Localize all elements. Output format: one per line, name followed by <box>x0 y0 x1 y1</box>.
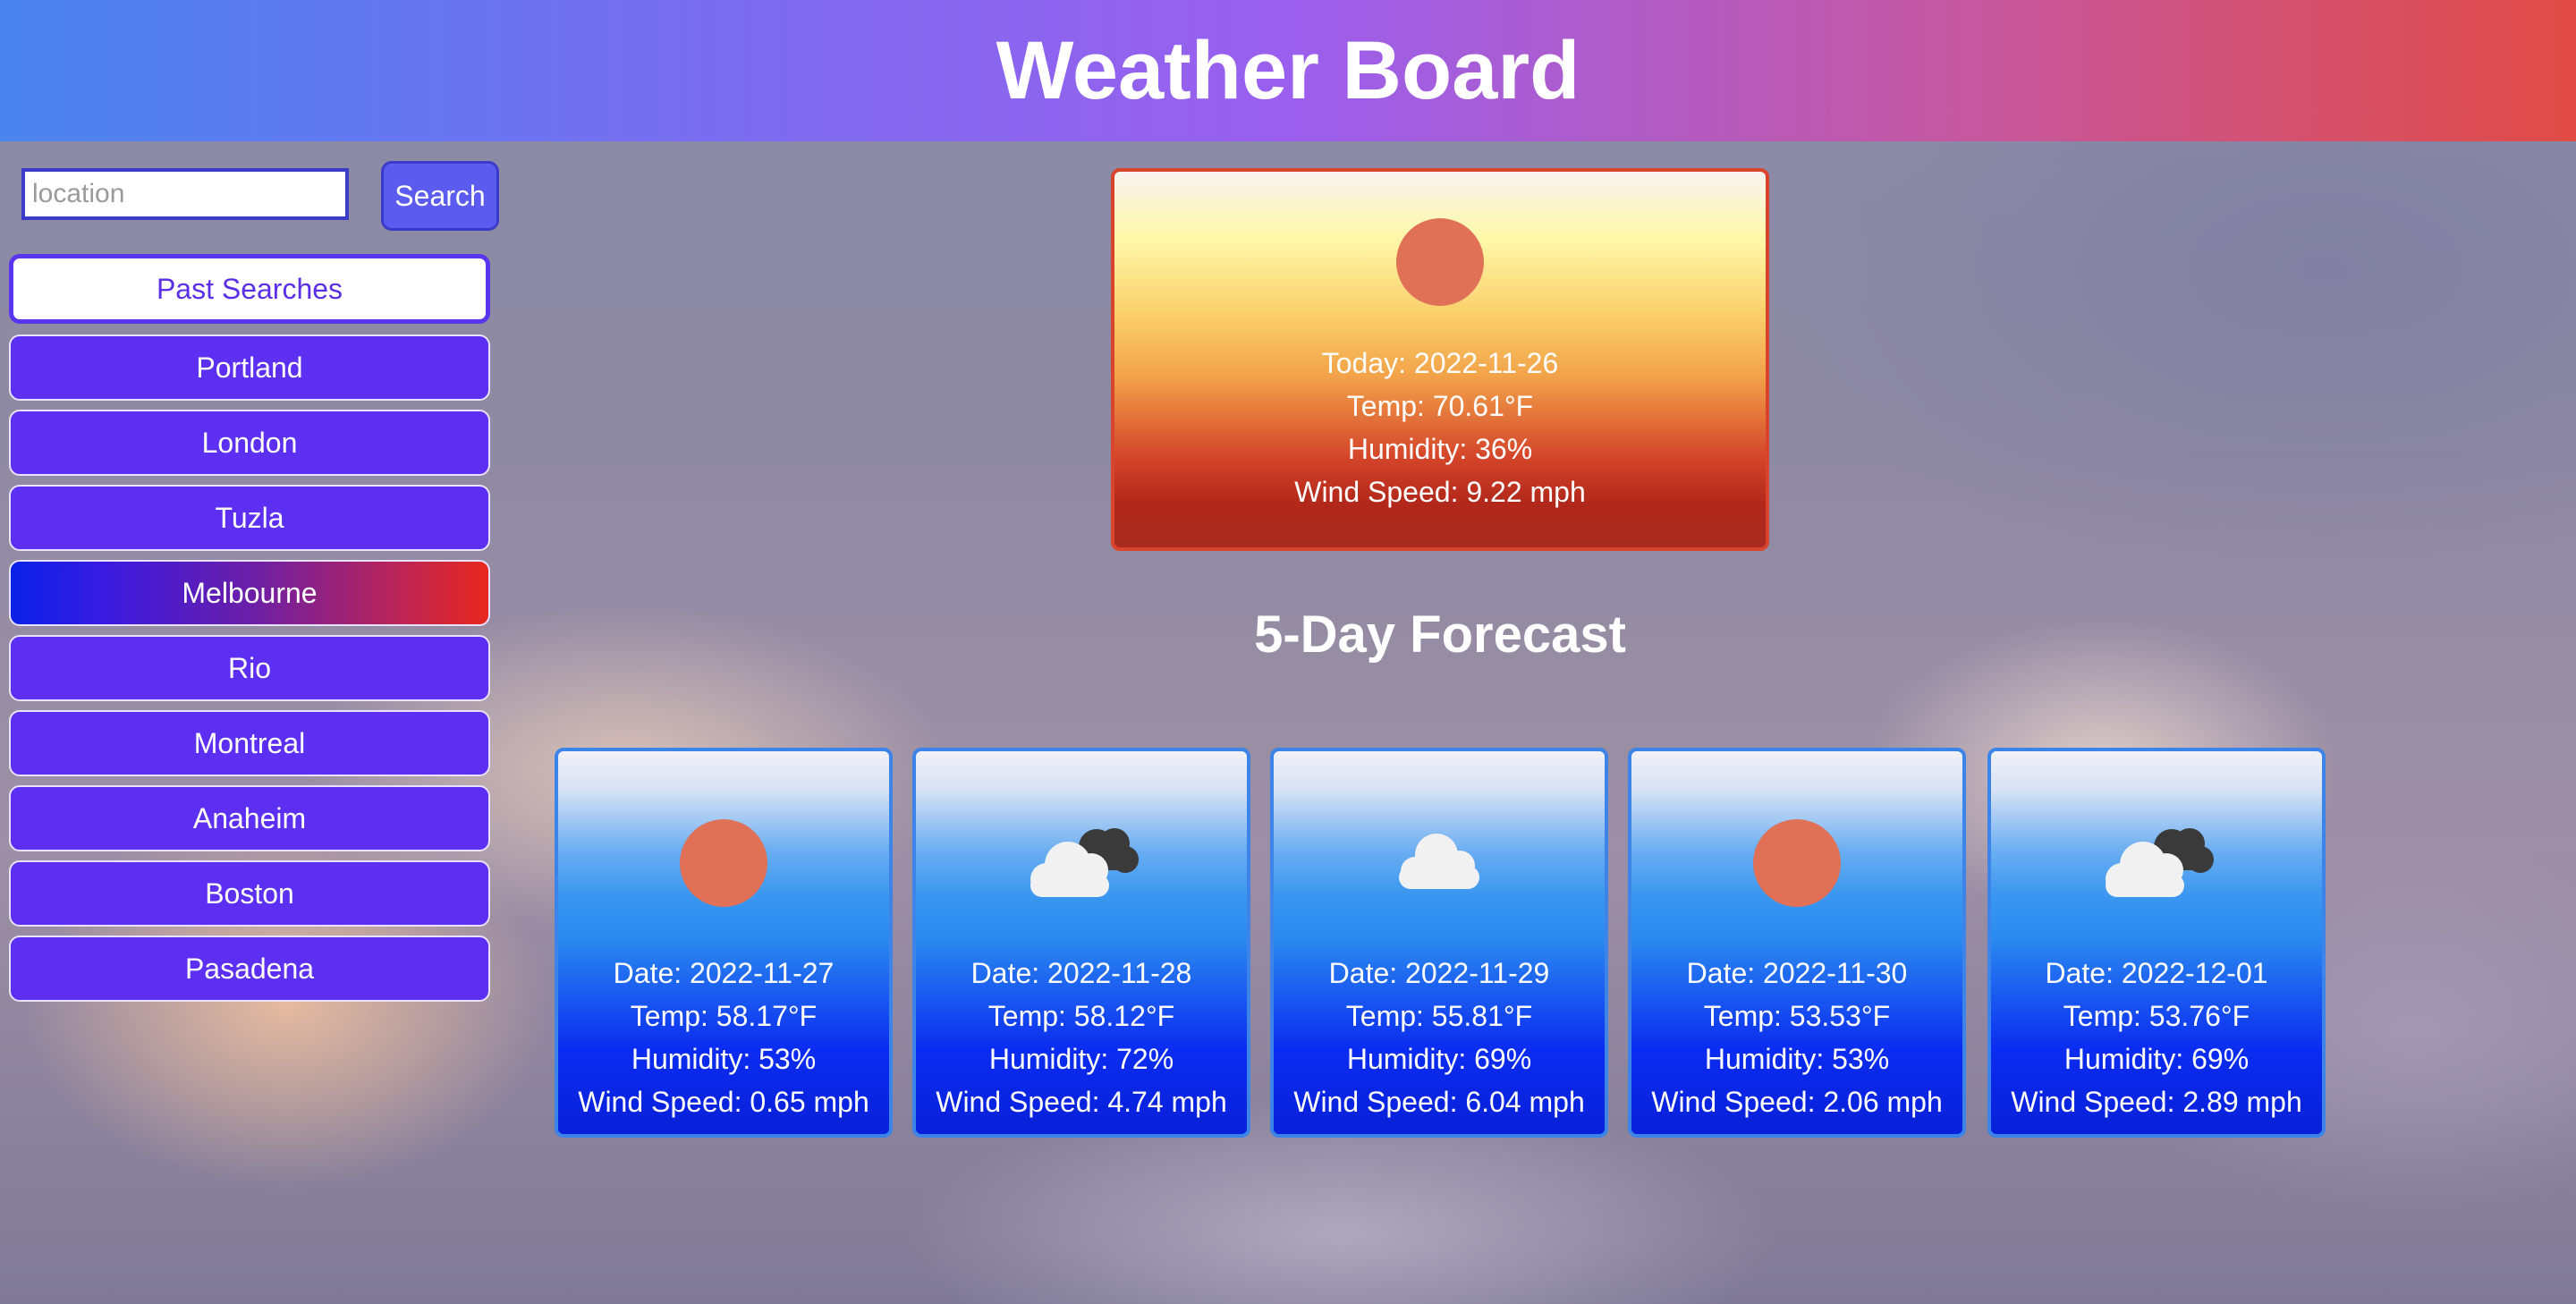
forecast-humidity: Humidity: 72% <box>988 1043 1174 1075</box>
forecast-humidity: Humidity: 69% <box>1346 1043 1532 1075</box>
cloud-icon <box>1399 834 1479 889</box>
sun-icon <box>1753 819 1841 907</box>
current-weather-card: Today: 2022-11-26 Temp: 70.61°F Humidity… <box>1111 168 1769 551</box>
forecast-card: Date: 2022-11-28 Temp: 58.12°F Humidity:… <box>912 748 1250 1138</box>
forecast-humidity: Humidity: 53% <box>631 1043 817 1075</box>
broken-clouds-icon <box>1030 828 1139 897</box>
forecast-humidity: Humidity: 53% <box>1704 1043 1890 1075</box>
today-wind: Wind Speed: 9.22 mph <box>1294 476 1586 508</box>
sun-icon <box>680 819 767 907</box>
past-search-rio[interactable]: Rio <box>9 635 490 701</box>
forecast-temp: Temp: 55.81°F <box>1345 1000 1533 1032</box>
today-date: Today: 2022-11-26 <box>1321 347 1559 379</box>
forecast-date: Date: 2022-11-27 <box>613 957 835 989</box>
location-search-input[interactable] <box>21 168 349 220</box>
past-search-london[interactable]: London <box>9 410 490 476</box>
past-search-pasadena[interactable]: Pasadena <box>9 936 490 1002</box>
forecast-temp: Temp: 53.53°F <box>1703 1000 1891 1032</box>
forecast-title: 5-Day Forecast <box>1254 605 1626 664</box>
forecast-wind: Wind Speed: 4.74 mph <box>936 1086 1227 1118</box>
search-button[interactable]: Search <box>381 161 499 231</box>
past-searches-list: Portland London Tuzla Melbourne Rio Mont… <box>9 334 490 1011</box>
past-search-anaheim[interactable]: Anaheim <box>9 785 490 851</box>
forecast-temp: Temp: 58.12°F <box>987 1000 1175 1032</box>
forecast-date: Date: 2022-11-29 <box>1328 957 1550 989</box>
forecast-card: Date: 2022-11-30 Temp: 53.53°F Humidity:… <box>1628 748 1966 1138</box>
forecast-wind: Wind Speed: 2.89 mph <box>2011 1086 2302 1118</box>
forecast-humidity: Humidity: 69% <box>2063 1043 2250 1075</box>
forecast-date: Date: 2022-11-30 <box>1686 957 1908 989</box>
forecast-card: Date: 2022-11-27 Temp: 58.17°F Humidity:… <box>555 748 893 1138</box>
past-search-tuzla[interactable]: Tuzla <box>9 485 490 551</box>
past-search-melbourne[interactable]: Melbourne <box>9 560 490 626</box>
past-search-portland[interactable]: Portland <box>9 334 490 401</box>
broken-clouds-icon <box>2106 828 2214 897</box>
past-searches-header: Past Searches <box>9 254 490 324</box>
today-temp: Temp: 70.61°F <box>1346 390 1534 422</box>
forecast-card: Date: 2022-12-01 Temp: 53.76°F Humidity:… <box>1987 748 2326 1138</box>
forecast-temp: Temp: 53.76°F <box>2063 1000 2250 1032</box>
today-humidity: Humidity: 36% <box>1347 433 1533 465</box>
forecast-card: Date: 2022-11-29 Temp: 55.81°F Humidity:… <box>1270 748 1608 1138</box>
past-search-montreal[interactable]: Montreal <box>9 710 490 776</box>
forecast-date: Date: 2022-11-28 <box>970 957 1192 989</box>
past-search-boston[interactable]: Boston <box>9 860 490 927</box>
forecast-date: Date: 2022-12-01 <box>2045 957 2268 989</box>
forecast-wind: Wind Speed: 0.65 mph <box>578 1086 869 1118</box>
app-header: Weather Board <box>0 0 2576 141</box>
sun-icon <box>1396 218 1484 306</box>
forecast-wind: Wind Speed: 2.06 mph <box>1651 1086 1943 1118</box>
forecast-wind: Wind Speed: 6.04 mph <box>1293 1086 1585 1118</box>
forecast-temp: Temp: 58.17°F <box>630 1000 818 1032</box>
app-title: Weather Board <box>996 24 1580 116</box>
